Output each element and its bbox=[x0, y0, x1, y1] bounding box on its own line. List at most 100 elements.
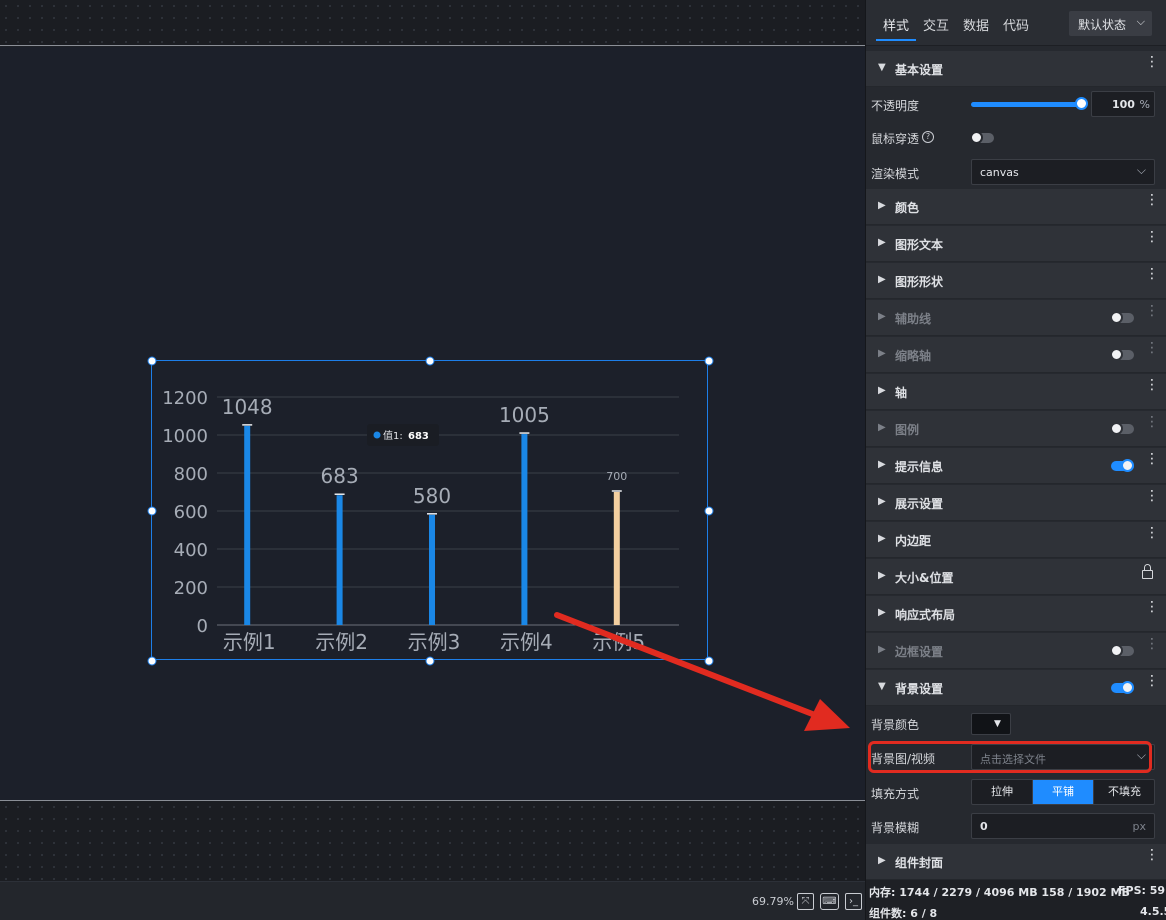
tab-data[interactable]: 数据 bbox=[963, 15, 989, 34]
more-options-icon[interactable]: ⋮ bbox=[1145, 230, 1159, 244]
section-cover[interactable]: ▶ 组件封面 ⋮ bbox=[866, 844, 1166, 880]
more-options-icon[interactable]: ⋮ bbox=[1145, 489, 1159, 503]
caret-right-icon: ▶ bbox=[878, 385, 886, 396]
section-item[interactable]: ▶ 轴 ⋮ bbox=[866, 374, 1166, 410]
resize-handle-bottom-right[interactable] bbox=[704, 656, 714, 666]
section-toggle[interactable] bbox=[1110, 644, 1134, 657]
tooltip-label: 值1: bbox=[383, 429, 403, 442]
more-options-icon[interactable]: ⋮ bbox=[1145, 193, 1159, 207]
resize-handle-top-right[interactable] bbox=[704, 356, 714, 366]
bg-color-label: 背景颜色 bbox=[871, 718, 920, 732]
state-dropdown-value: 默认状态 bbox=[1078, 18, 1127, 32]
more-options-icon[interactable]: ⋮ bbox=[1145, 415, 1159, 429]
canvas-ruler-bottom bbox=[0, 800, 865, 881]
caret-right-icon: ▶ bbox=[878, 348, 886, 359]
fit-screen-icon[interactable]: ⤧ bbox=[797, 893, 814, 910]
section-basic[interactable]: ▼ 基本设置 ⋮ bbox=[866, 51, 1166, 87]
render-mode-select[interactable]: canvas ⌵ bbox=[971, 159, 1155, 185]
section-item[interactable]: ▶ 颜色 ⋮ bbox=[866, 189, 1166, 225]
section-item[interactable]: ▶ 缩略轴 ⋮ bbox=[866, 337, 1166, 373]
section-title: 响应式布局 bbox=[895, 608, 956, 622]
opacity-input[interactable]: 100 % bbox=[1091, 91, 1155, 117]
resize-handle-top[interactable] bbox=[425, 356, 435, 366]
caret-right-icon: ▶ bbox=[878, 496, 886, 507]
fill-mode-stretch[interactable]: 拉伸 bbox=[972, 780, 1033, 804]
section-item[interactable]: ▶ 图形形状 ⋮ bbox=[866, 263, 1166, 299]
panel-footer: 内存: 1744 / 2279 / 4096 MB 158 / 1902 MB … bbox=[866, 880, 1166, 920]
tab-code[interactable]: 代码 bbox=[1003, 15, 1029, 34]
section-item[interactable]: ▶ 图形文本 ⋮ bbox=[866, 226, 1166, 262]
toggle-knob bbox=[1121, 459, 1134, 472]
section-item[interactable]: ▶ 提示信息 ⋮ bbox=[866, 448, 1166, 484]
x-category-label: 示例4 bbox=[500, 630, 553, 654]
bg-color-picker[interactable]: ▼ bbox=[971, 713, 1011, 735]
status-bar: 69.79% ⤧ ⌨ ›_ bbox=[0, 881, 865, 920]
triangle-down-icon: ▼ bbox=[994, 719, 1001, 729]
section-toggle[interactable] bbox=[1110, 311, 1134, 324]
more-options-icon[interactable]: ⋮ bbox=[1145, 600, 1159, 614]
bg-blur-input[interactable]: 0 px bbox=[971, 813, 1155, 839]
help-icon[interactable]: ? bbox=[922, 131, 934, 143]
more-options-icon[interactable]: ⋮ bbox=[1145, 637, 1159, 651]
keyboard-icon[interactable]: ⌨ bbox=[820, 893, 839, 910]
resize-handle-bottom-left[interactable] bbox=[147, 656, 157, 666]
bg-blur-row: 背景模糊 0 px bbox=[866, 810, 1166, 843]
data-label: 683 bbox=[321, 464, 359, 488]
toggle-knob bbox=[1110, 422, 1123, 435]
more-options-icon[interactable]: ⋮ bbox=[1145, 378, 1159, 392]
section-item[interactable]: ▶ 内边距 ⋮ bbox=[866, 522, 1166, 558]
section-toggle[interactable] bbox=[1111, 459, 1134, 472]
resize-handle-bottom[interactable] bbox=[425, 656, 435, 666]
opacity-slider-handle[interactable] bbox=[1075, 97, 1088, 110]
bar bbox=[336, 495, 343, 625]
version-label: 4.5.5 bbox=[1140, 905, 1166, 918]
more-options-icon[interactable]: ⋮ bbox=[1145, 452, 1159, 466]
section-item[interactable]: ▶ 图例 ⋮ bbox=[866, 411, 1166, 447]
section-title: 展示设置 bbox=[895, 497, 944, 511]
selected-chart-component[interactable]: 0 200 400 600 800 1000 1200 1048 示例1 683 示例2 580 示例3… bbox=[147, 356, 714, 666]
data-label: 1048 bbox=[222, 395, 273, 419]
section-item[interactable]: ▶ 响应式布局 ⋮ bbox=[866, 596, 1166, 632]
data-label: 1005 bbox=[499, 403, 550, 427]
more-options-icon[interactable]: ⋮ bbox=[1145, 267, 1159, 281]
section-item[interactable]: ▼ 背景设置 ⋮ bbox=[866, 670, 1166, 706]
fill-mode-tile[interactable]: 平铺 bbox=[1033, 780, 1094, 804]
section-toggle[interactable] bbox=[1111, 681, 1134, 694]
section-title: 基本设置 bbox=[895, 63, 944, 77]
tab-style[interactable]: 样式 bbox=[883, 15, 909, 34]
section-item[interactable]: ▶ 大小&位置 bbox=[866, 559, 1166, 595]
more-options-icon[interactable]: ⋮ bbox=[1145, 526, 1159, 540]
more-options-icon[interactable]: ⋮ bbox=[1145, 304, 1159, 318]
bar bbox=[244, 425, 251, 625]
more-options-icon[interactable]: ⋮ bbox=[1145, 848, 1159, 862]
more-options-icon[interactable]: ⋮ bbox=[1145, 674, 1159, 688]
section-toggle[interactable] bbox=[1110, 348, 1134, 361]
render-mode-label: 渲染模式 bbox=[871, 167, 920, 181]
state-dropdown[interactable]: 默认状态 ⌵ bbox=[1069, 11, 1152, 36]
zoom-level[interactable]: 69.79% bbox=[752, 895, 794, 908]
resize-handle-left[interactable] bbox=[147, 506, 157, 516]
section-item[interactable]: ▶ 边框设置 ⋮ bbox=[866, 633, 1166, 669]
editor-canvas[interactable]: 0 200 400 600 800 1000 1200 1048 示例1 683 示例2 580 示例3… bbox=[0, 0, 865, 881]
y-tick-label: 1000 bbox=[162, 426, 208, 447]
more-options-icon[interactable]: ⋮ bbox=[1145, 55, 1159, 69]
opacity-slider[interactable] bbox=[971, 102, 1081, 107]
resize-handle-top-left[interactable] bbox=[147, 356, 157, 366]
toggle-knob bbox=[970, 131, 983, 144]
section-item[interactable]: ▶ 辅助线 ⋮ bbox=[866, 300, 1166, 336]
mouse-pass-toggle[interactable] bbox=[970, 131, 994, 144]
caret-right-icon: ▶ bbox=[878, 607, 886, 618]
fill-mode-none[interactable]: 不填充 bbox=[1094, 780, 1155, 804]
tab-interaction[interactable]: 交互 bbox=[923, 15, 949, 34]
component-count: 组件数: 6 / 8 bbox=[869, 907, 938, 920]
data-label: 700 bbox=[606, 470, 627, 483]
bar-chart: 0 200 400 600 800 1000 1200 1048 示例1 683 示例2 580 示例3… bbox=[162, 388, 679, 654]
terminal-icon[interactable]: ›_ bbox=[845, 893, 862, 910]
section-title: 内边距 bbox=[895, 534, 932, 548]
section-toggle[interactable] bbox=[1110, 422, 1134, 435]
more-options-icon[interactable]: ⋮ bbox=[1145, 341, 1159, 355]
section-item[interactable]: ▶ 展示设置 ⋮ bbox=[866, 485, 1166, 521]
resize-handle-right[interactable] bbox=[704, 506, 714, 516]
lock-icon[interactable] bbox=[1142, 564, 1153, 579]
toggle-knob bbox=[1121, 681, 1134, 694]
